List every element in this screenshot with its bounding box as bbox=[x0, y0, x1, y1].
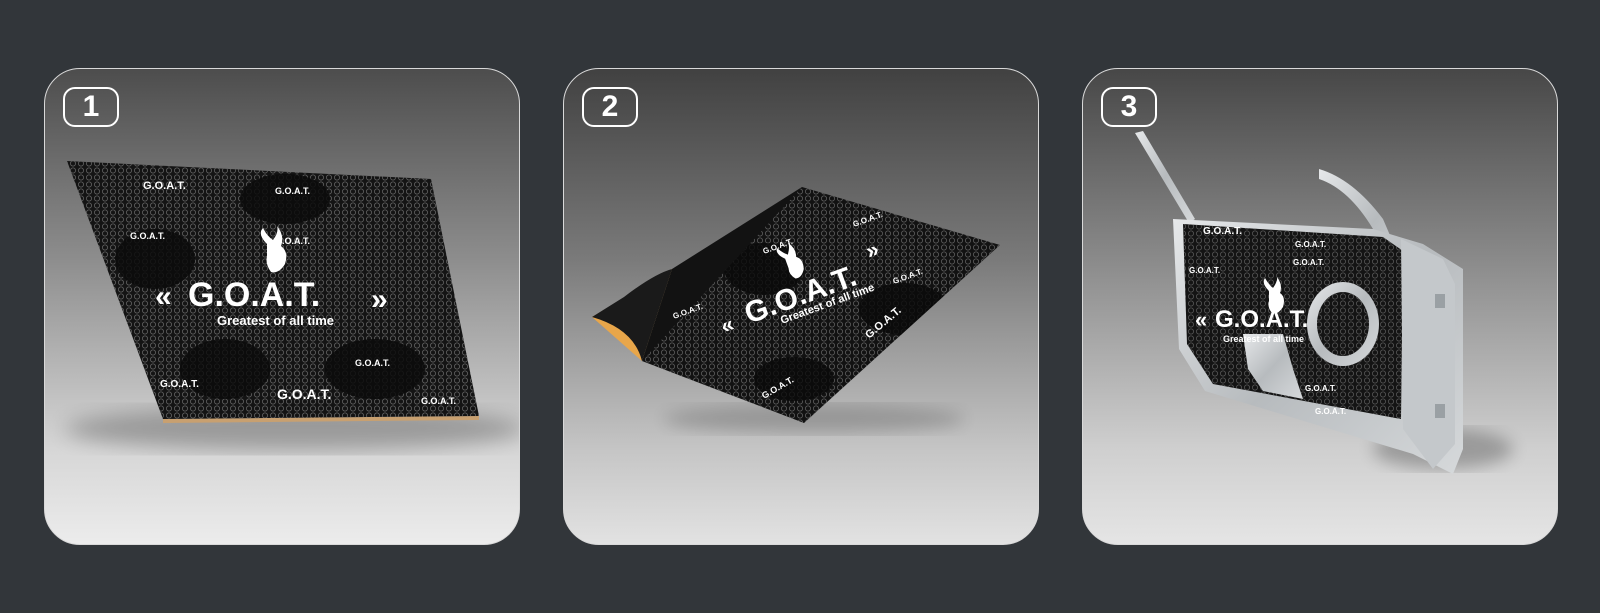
mat-small-brand: G.O.A.T. bbox=[277, 386, 331, 402]
mat-small-brand: G.O.A.T. bbox=[130, 231, 165, 241]
mat-right-marks: » bbox=[371, 283, 388, 316]
step-number-badge: 2 bbox=[582, 87, 638, 127]
mat-small-brand: G.O.A.T. bbox=[1305, 384, 1336, 393]
mat-left-marks: « bbox=[155, 280, 172, 313]
sound-deadening-mat-panel: G.O.A.T. G.O.A.T. G.O.A.T. G.O.A.T. « G.… bbox=[65, 161, 519, 451]
mat-left-marks: « bbox=[1195, 307, 1207, 332]
mat-peeling-backing: G.O.A.T. G.O.A.T. « G.O.A.T. » Greatest … bbox=[592, 187, 1000, 433]
step-card-1: G.O.A.T. G.O.A.T. G.O.A.T. G.O.A.T. « G.… bbox=[44, 68, 520, 545]
mat-small-brand: G.O.A.T. bbox=[1293, 258, 1324, 267]
mat-small-brand: G.O.A.T. bbox=[1203, 226, 1242, 237]
mat-small-brand: G.O.A.T. bbox=[143, 180, 186, 192]
mat-small-brand: G.O.A.T. bbox=[1315, 407, 1346, 416]
mat-tagline: Greatest of all time bbox=[217, 313, 334, 328]
mat-brand-title: G.O.A.T. bbox=[1215, 306, 1308, 333]
mat-small-brand: G.O.A.T. bbox=[1189, 266, 1220, 275]
mat-small-brand: G.O.A.T. bbox=[275, 186, 310, 196]
step-card-2: G.O.A.T. G.O.A.T. « G.O.A.T. » Greatest … bbox=[563, 68, 1039, 545]
step-card-3: G.O.A.T. G.O.A.T. G.O.A.T. G.O.A.T. « G.… bbox=[1082, 68, 1558, 545]
car-door-with-mat: G.O.A.T. G.O.A.T. G.O.A.T. G.O.A.T. « G.… bbox=[1135, 131, 1513, 474]
mat-small-brand: G.O.A.T. bbox=[160, 379, 199, 390]
mat-tagline: Greatest of all time bbox=[1223, 334, 1304, 344]
step-number-badge: 1 bbox=[63, 87, 119, 127]
mat-brand-title: G.O.A.T. bbox=[188, 276, 320, 314]
mat-small-brand: G.O.A.T. bbox=[421, 396, 456, 406]
mat-small-brand: G.O.A.T. bbox=[1295, 240, 1326, 249]
mat-small-brand: G.O.A.T. bbox=[355, 358, 390, 368]
step-number-badge: 3 bbox=[1101, 87, 1157, 127]
